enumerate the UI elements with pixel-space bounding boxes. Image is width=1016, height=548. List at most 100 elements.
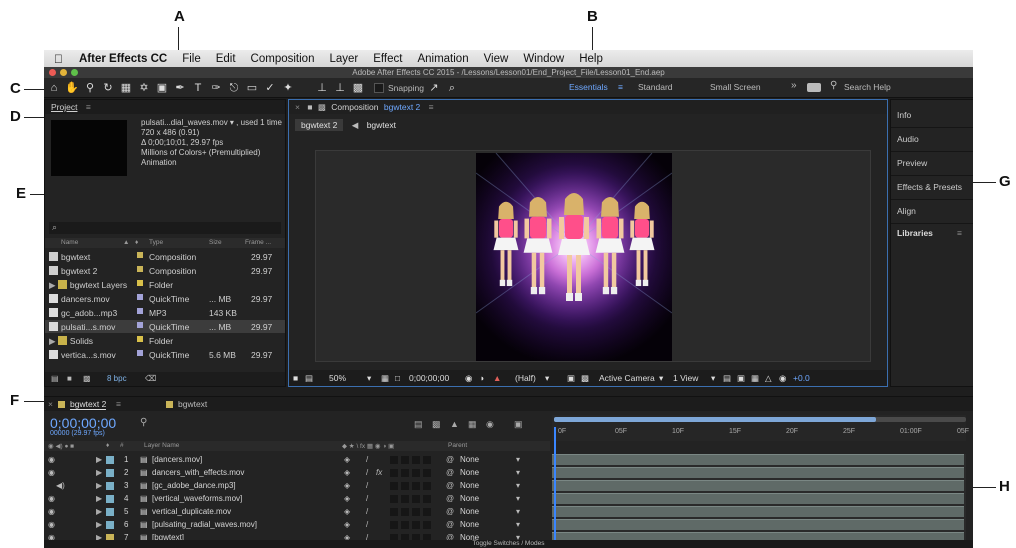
time-navigator-bar[interactable] (554, 417, 876, 422)
app-menu[interactable]: After Effects CC (79, 53, 167, 65)
shy-switch-icon[interactable]: ◈ (344, 455, 350, 464)
search-help-field[interactable]: Search Help (844, 82, 891, 92)
label-color-swatch[interactable] (137, 308, 143, 314)
switch-boxes[interactable] (390, 482, 434, 490)
layer-name[interactable]: [vertical_waveforms.mov] (152, 494, 242, 503)
label-color-swatch[interactable] (137, 280, 143, 286)
layer-row[interactable]: ◉ ▶ 5 ▤ vertical_duplicate.mov ◈ / @ None ▾ (44, 506, 550, 518)
toggle-switches-modes-button[interactable]: Toggle Switches / Modes (44, 540, 973, 548)
type-tool-icon[interactable]: T (190, 81, 206, 95)
layer-label-swatch[interactable] (106, 521, 114, 529)
timeline-tab-bgwtext[interactable]: bgwtext (178, 399, 207, 409)
quality-switch-icon[interactable]: / (366, 455, 368, 464)
close-panel-icon[interactable]: × (48, 399, 53, 409)
exposure-value[interactable]: +0.0 (793, 370, 810, 386)
project-item[interactable]: gc_adob...mp3 MP3 143 KB (45, 306, 285, 319)
motion-blur-icon[interactable]: ◉ (486, 419, 494, 430)
layer-row[interactable]: ◉ ▶ 1 ▤ [dancers.mov] ◈ / @ None ▾ (44, 454, 550, 466)
menu-effect[interactable]: Effect (373, 53, 402, 65)
audio-panel-tab[interactable]: Audio (897, 134, 919, 144)
panel-menu-icon[interactable]: ≡ (86, 102, 91, 112)
fast-previews-icon[interactable]: ▣ (567, 370, 575, 386)
close-window-button[interactable] (49, 69, 56, 76)
column-frame-rate[interactable]: Frame ... (245, 239, 271, 246)
reset-exposure-icon[interactable]: ◉ (779, 370, 786, 386)
quality-switch-icon[interactable]: / (366, 481, 368, 490)
snapshot-icon[interactable]: ◉ (465, 370, 472, 386)
label-color-swatch[interactable] (137, 336, 143, 342)
minimize-window-button[interactable] (60, 69, 67, 76)
hand-tool-icon[interactable]: ✋ (64, 81, 80, 95)
transparency-grid-icon[interactable]: ▩ (581, 370, 589, 386)
resolution-grid-icon[interactable]: ▦ (381, 370, 389, 386)
workspace-standard[interactable]: Standard (638, 82, 673, 92)
expand-layer-icon[interactable]: ▶ (96, 494, 102, 503)
panel-menu-icon[interactable]: ≡ (957, 228, 962, 238)
puppet-pin-tool-icon[interactable]: ✦ (280, 81, 296, 95)
shy-switch-icon[interactable]: ◈ (344, 520, 350, 529)
show-snapshot-icon[interactable]: ◑ (479, 370, 484, 386)
parent-dropdown[interactable]: None (460, 455, 479, 464)
pick-whip-icon[interactable]: @ (446, 507, 454, 516)
quality-switch-icon[interactable]: / (366, 494, 368, 503)
workspace-overflow-button[interactable]: » (791, 80, 797, 91)
expand-layer-icon[interactable]: ▶ (96, 481, 102, 490)
shy-switch-icon[interactable]: ◈ (344, 468, 350, 477)
expand-layer-icon[interactable]: ▶ (96, 507, 102, 516)
home-icon[interactable]: ⌂ (46, 81, 62, 95)
timeline-tab-active[interactable]: bgwtext 2 (70, 399, 107, 410)
align-panel-tab[interactable]: Align (897, 206, 916, 216)
video-visibility-icon[interactable]: ◉ (48, 494, 55, 503)
rotate-tool-icon[interactable]: ↻ (100, 81, 116, 95)
quality-switch-icon[interactable]: / (366, 520, 368, 529)
pick-whip-icon[interactable]: @ (446, 455, 454, 464)
menu-layer[interactable]: Layer (329, 53, 358, 65)
project-item[interactable]: pulsati...s.mov QuickTime ... MB 29.97 (45, 320, 285, 333)
column-name[interactable]: Name (61, 239, 78, 246)
layer-name[interactable]: [pulsating_radial_waves.mov] (152, 520, 257, 529)
interpret-footage-icon[interactable]: ▤ (51, 372, 59, 386)
axis-view-icon[interactable]: ▩ (350, 81, 366, 95)
layer-name[interactable]: [gc_adobe_dance.mp3] (152, 481, 236, 490)
trash-icon[interactable]: ⌫ (145, 372, 156, 386)
view-layout-dropdown[interactable]: 1 View (673, 370, 698, 386)
switch-boxes[interactable] (390, 495, 434, 503)
layer-duration-bar[interactable] (552, 480, 964, 491)
project-item[interactable]: ▶ Solids Folder (45, 334, 285, 347)
switch-boxes[interactable] (390, 456, 434, 464)
layer-duration-bar[interactable] (552, 493, 964, 504)
disclosure-triangle-icon[interactable]: ▶ (49, 336, 58, 346)
search-help-icon[interactable]: ⚲ (830, 80, 837, 91)
comp-tab-active[interactable]: bgwtext 2 (295, 119, 344, 131)
new-folder-icon[interactable]: ■ (67, 372, 72, 386)
layer-row[interactable]: ◀) ▶ 3 ▤ [gc_adobe_dance.mp3] ◈ / @ None ▾ (44, 480, 550, 492)
layer-label-swatch[interactable] (106, 456, 114, 464)
resolution-dropdown[interactable]: (Half) (515, 370, 536, 386)
shy-switch-icon[interactable]: ◈ (344, 494, 350, 503)
project-item[interactable]: ▶ bgwtext Layers Folder (45, 278, 285, 291)
current-time-indicator[interactable] (554, 427, 556, 545)
pan-behind-tool-icon[interactable]: ✡ (136, 81, 152, 95)
menu-help[interactable]: Help (579, 53, 603, 65)
comp-tab-parent[interactable]: bgwtext (367, 120, 396, 130)
camera-view-dropdown[interactable]: Active Camera (599, 370, 655, 386)
parent-column[interactable]: Parent (448, 442, 467, 449)
video-visibility-icon[interactable]: ◉ (48, 468, 55, 477)
label-color-swatch[interactable] (137, 266, 143, 272)
parent-dropdown[interactable]: None (460, 481, 479, 490)
expand-layer-icon[interactable]: ▶ (96, 520, 102, 529)
snapping-option-2-icon[interactable]: ⌕ (444, 81, 460, 95)
pick-whip-icon[interactable]: @ (446, 494, 454, 503)
shy-switch-icon[interactable]: ◈ (344, 507, 350, 516)
composition-panel-comp-name[interactable]: bgwtext 2 (384, 102, 420, 112)
pick-whip-icon[interactable]: @ (446, 468, 454, 477)
zoom-tool-icon[interactable]: ⚲ (82, 81, 98, 95)
pen-tool-icon[interactable]: ✒ (172, 81, 188, 95)
quality-switch-icon[interactable]: / (366, 468, 368, 477)
layer-label-swatch[interactable] (106, 469, 114, 477)
video-visibility-icon[interactable]: ◉ (48, 455, 55, 464)
layer-row[interactable]: ◉ ▶ 2 ▤ dancers_with_effects.mov ◈ / fx @ None ▾ (44, 467, 550, 479)
apple-icon[interactable]:  (54, 52, 63, 66)
panel-menu-icon[interactable]: ≡ (116, 399, 121, 409)
expand-layer-icon[interactable]: ▶ (96, 455, 102, 464)
